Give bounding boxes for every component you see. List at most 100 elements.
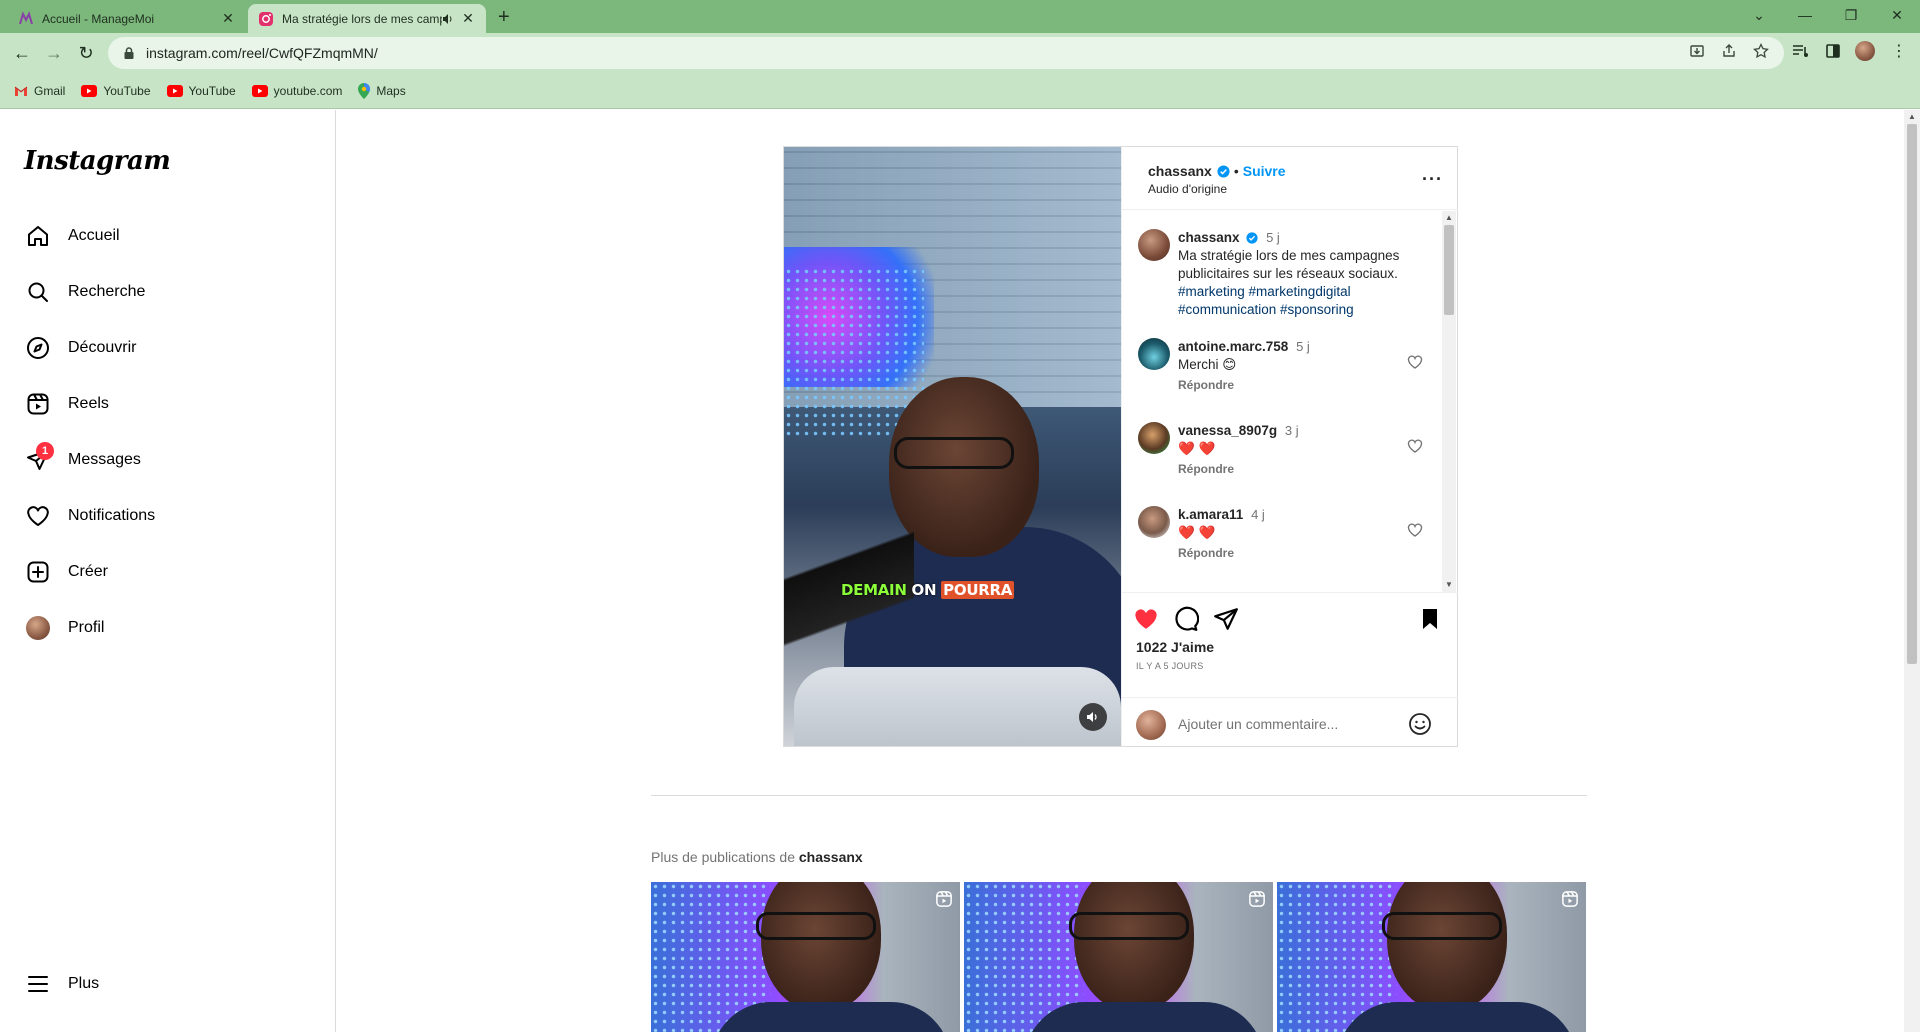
caption-hashtags[interactable]: #marketing #marketingdigital #communicat… [1178,284,1354,317]
browser-menu-icon[interactable]: ⋮ [1889,41,1909,61]
bookmark-maps[interactable]: Maps [358,82,406,99]
share-send-icon[interactable] [1212,605,1240,633]
compass-icon [24,334,52,362]
reel-video[interactable]: DEMAIN ON POURRA [784,147,1121,746]
comment-username[interactable]: vanessa_8907g [1178,423,1277,438]
sidebar-item-label: Accueil [68,227,120,244]
sidebar-item-label: Reels [68,395,109,412]
more-posts-username[interactable]: chassanx [799,849,863,865]
more-options-icon[interactable]: ··· [1422,169,1443,190]
instagram-favicon-icon [259,11,273,26]
reply-button[interactable]: Répondre [1178,462,1234,476]
sidebar-item-search[interactable]: Recherche [12,268,312,316]
comment-username[interactable]: antoine.marc.758 [1178,339,1288,354]
like-comment-heart-icon[interactable] [1407,522,1423,538]
bookmark-label: Maps [376,83,406,98]
avatar[interactable] [1138,338,1170,370]
like-heart-icon[interactable] [1132,605,1160,633]
close-window-button[interactable]: ✕ [1874,0,1920,30]
restore-window-button[interactable]: ❐ [1828,0,1874,30]
sidebar-item-home[interactable]: Accueil [12,212,312,260]
reel-thumbnail[interactable] [1277,882,1586,1032]
search-icon [24,278,52,306]
tab-search-icon[interactable]: ⌄ [1736,0,1782,30]
minimize-window-button[interactable]: — [1782,0,1828,30]
sidebar-item-create[interactable]: Créer [12,548,312,596]
bookmark-youtube-1[interactable]: YouTube [81,83,151,98]
volume-button[interactable] [1079,703,1107,731]
avatar[interactable] [1138,229,1170,261]
tab-managemoi[interactable]: Accueil - ManageMoi ✕ [8,4,246,33]
reply-button[interactable]: Répondre [1178,546,1234,560]
sidebar-item-more[interactable]: Plus [12,960,312,1008]
lock-icon[interactable] [122,46,136,60]
reply-button[interactable]: Répondre [1178,378,1234,392]
save-bookmark-icon[interactable] [1416,605,1444,633]
close-tab-icon[interactable]: ✕ [460,10,476,27]
sidebar-item-label: Recherche [68,283,146,300]
bookmark-star-icon[interactable] [1751,41,1771,61]
profile-avatar-icon[interactable] [1855,41,1875,61]
reels-icon [1562,891,1578,907]
comments-list: chassanx 5 j Ma stratégie lors de mes ca… [1122,211,1458,592]
maps-icon [358,82,371,99]
post-timestamp: IL Y A 5 JOURS [1136,661,1204,671]
sidebar-item-messages[interactable]: 1 Messages [12,436,312,484]
reload-button[interactable]: ↻ [74,41,98,65]
bookmark-youtube-2[interactable]: YouTube [166,84,236,98]
sidebar-item-profile[interactable]: Profil [12,604,312,652]
plus-square-icon [24,558,52,586]
tab-title: Accueil - ManageMoi [42,11,155,26]
sidebar-item-label: Plus [68,975,100,992]
tab-title: Ma stratégie lors de mes campagnes [282,11,442,26]
more-posts-grid [651,882,1587,1032]
sidebar-item-notifications[interactable]: Notifications [12,492,312,540]
post-details-panel: chassanx • Suivre Audio d'origine ··· ch… [1121,147,1458,746]
back-button[interactable]: ← [10,41,34,65]
share-icon[interactable] [1719,41,1739,61]
bookmark-gmail[interactable]: Gmail [14,84,65,98]
tab-audio-icon[interactable] [442,13,454,25]
forward-button[interactable]: → [42,41,66,65]
sidebar-item-reels[interactable]: Reels [12,380,312,428]
reel-thumbnail[interactable] [651,882,960,1032]
comment-username[interactable]: chassanx [1178,230,1240,245]
gmail-icon [14,86,28,96]
reels-icon [936,891,952,907]
reel-thumbnail[interactable] [964,882,1273,1032]
bookmark-youtube-com[interactable]: youtube.com [251,83,343,98]
side-panel-icon[interactable] [1823,41,1843,61]
original-audio-link[interactable]: Audio d'origine [1148,182,1227,196]
like-count[interactable]: 1022 J'aime [1136,639,1214,655]
avatar[interactable] [1138,506,1170,538]
sidebar-item-explore[interactable]: Découvrir [12,324,312,372]
close-tab-icon[interactable]: ✕ [220,10,236,27]
comment-icon[interactable] [1172,605,1200,633]
section-divider [651,795,1587,796]
emoji-icon[interactable] [1408,712,1432,736]
like-comment-heart-icon[interactable] [1407,438,1423,454]
post-header: chassanx • Suivre Audio d'origine ··· [1122,147,1458,210]
new-tab-button[interactable]: + [498,6,510,29]
comments-scrollbar[interactable]: ▲ ▼ [1442,211,1456,592]
bookmark-label: youtube.com [273,83,343,98]
instagram-logo[interactable]: Instagram [24,146,171,176]
bookmark-label: YouTube [103,83,151,98]
sidebar-item-label: Messages [68,451,141,468]
avatar[interactable] [1138,422,1170,454]
follow-button[interactable]: Suivre [1243,163,1286,179]
bookmark-label: Gmail [34,83,66,98]
install-app-icon[interactable] [1687,41,1707,61]
like-comment-heart-icon[interactable] [1407,354,1423,370]
page-scrollbar[interactable]: ▲ [1904,110,1920,1032]
tab-instagram-reel[interactable]: Ma stratégie lors de mes campagnes ✕ [248,4,486,33]
notification-badge: 1 [36,442,54,460]
reels-icon [24,390,52,418]
comment-time: 5 j [1296,339,1310,354]
comment-username[interactable]: k.amara11 [1178,507,1243,522]
more-posts-heading: Plus de publications de chassanx [651,849,863,865]
comment-input[interactable] [1178,714,1408,734]
media-control-icon[interactable] [1791,41,1811,61]
address-bar[interactable]: instagram.com/reel/CwfQFZmqmMN/ [108,37,1784,69]
post-author-username[interactable]: chassanx [1148,163,1212,179]
